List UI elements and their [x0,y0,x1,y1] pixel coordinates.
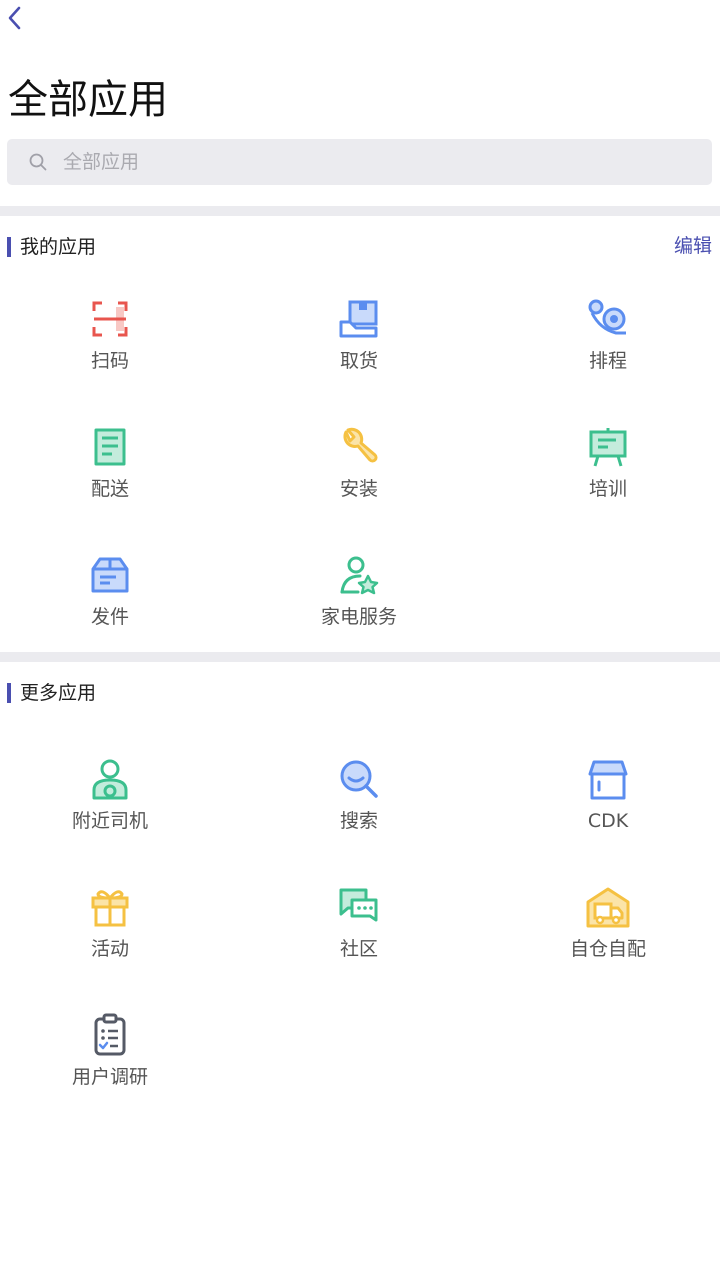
app-label: 发件 [90,606,129,628]
app-label: 扫码 [90,350,129,372]
search-input[interactable] [61,150,665,174]
app-activity[interactable]: 活动 [30,884,190,994]
chat-bubbles-icon [336,884,382,930]
training-board-icon [585,424,631,470]
app-pickup[interactable]: 取货 [279,296,439,406]
pickup-box-icon [336,296,382,342]
app-user-survey[interactable]: 用户调研 [30,1012,190,1122]
app-self-warehouse[interactable]: 自仓自配 [528,884,688,994]
section-divider [0,206,720,216]
driver-icon [87,756,133,802]
app-delivery[interactable]: 配送 [30,424,190,534]
app-training[interactable]: 培训 [528,424,688,534]
schedule-route-icon [585,296,631,342]
app-label: 安装 [339,478,378,500]
package-send-icon [87,552,133,598]
section-indicator [7,237,11,257]
search-icon [29,153,47,171]
app-label: 活动 [90,938,129,960]
my-apps-header: 我的应用 编辑 [0,228,720,268]
my-apps-title: 我的应用 [20,236,97,258]
back-button[interactable] [0,0,28,36]
edit-button[interactable]: 编辑 [674,233,712,259]
scan-icon [87,296,133,342]
app-label: 家电服务 [320,606,397,628]
app-label: CDK [587,810,629,832]
app-scan[interactable]: 扫码 [30,296,190,406]
delivery-list-icon [87,424,133,470]
search-magnifier-icon [336,756,382,802]
app-nearby-drivers[interactable]: 附近司机 [30,756,190,866]
app-label: 配送 [90,478,129,500]
page-title: 全部应用 [8,77,168,123]
gift-icon [87,884,133,930]
app-community[interactable]: 社区 [279,884,439,994]
store-icon [585,756,631,802]
section-divider [0,652,720,662]
wrench-icon [336,424,382,470]
more-apps-header: 更多应用 [0,674,720,714]
app-label: 用户调研 [71,1066,148,1088]
chevron-left-icon [8,6,21,30]
app-label: 社区 [339,938,378,960]
app-label: 取货 [339,350,378,372]
clipboard-survey-icon [87,1012,133,1058]
app-cdk[interactable]: CDK [528,756,688,866]
app-label: 排程 [588,350,627,372]
warehouse-truck-icon [585,884,631,930]
app-label: 培训 [588,478,627,500]
section-indicator [7,683,11,703]
app-send[interactable]: 发件 [30,552,190,662]
app-label: 搜索 [339,810,378,832]
more-apps-title: 更多应用 [20,682,97,704]
app-label: 自仓自配 [569,938,646,960]
app-install[interactable]: 安装 [279,424,439,534]
app-schedule[interactable]: 排程 [528,296,688,406]
service-person-star-icon [336,552,382,598]
app-search[interactable]: 搜索 [279,756,439,866]
app-label: 附近司机 [71,810,148,832]
search-bar[interactable] [7,139,712,185]
app-appliance-service[interactable]: 家电服务 [279,552,439,662]
